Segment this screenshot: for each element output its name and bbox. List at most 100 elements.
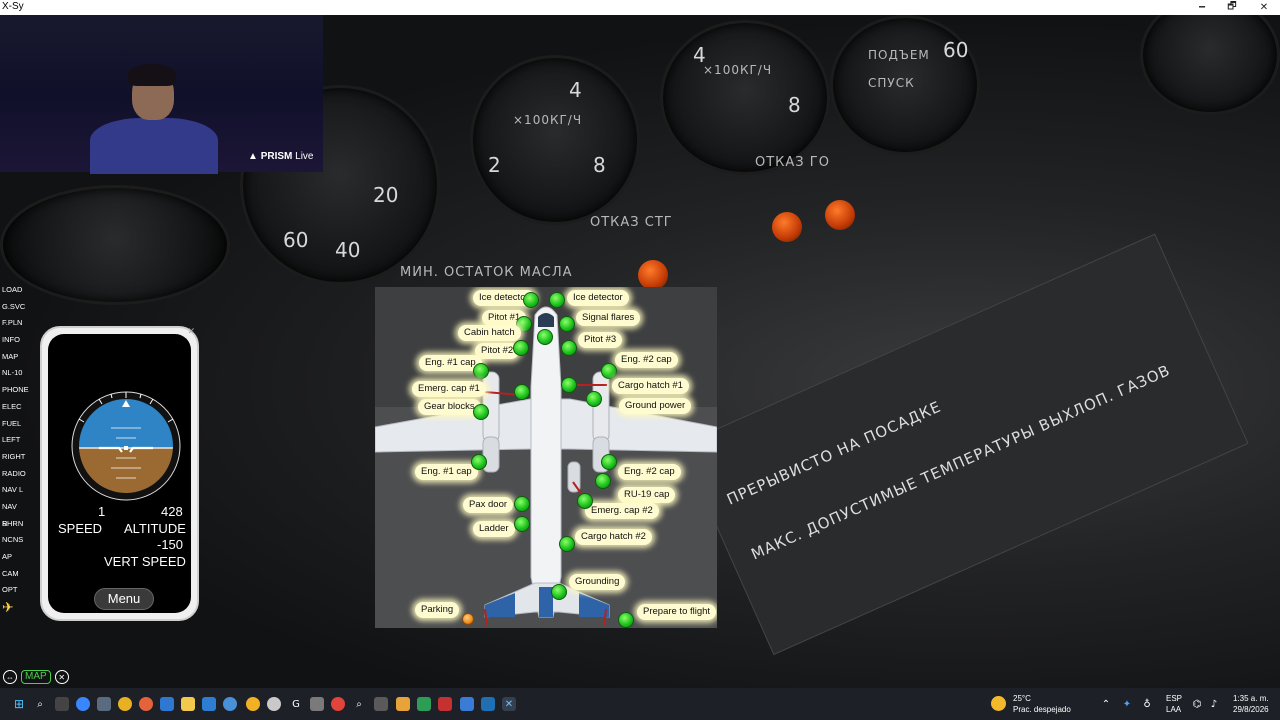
mail-icon[interactable] [97, 697, 111, 711]
sidebar-item-opt[interactable]: OPT [0, 582, 24, 599]
chevron-up-icon[interactable]: ⌃ [1099, 697, 1113, 711]
xplane-icon[interactable]: ✕ [502, 697, 516, 711]
edge-icon[interactable] [223, 697, 237, 711]
app-icon[interactable] [438, 697, 452, 711]
close-icon[interactable]: ✕ [54, 670, 69, 684]
app-icon[interactable] [460, 697, 474, 711]
app-icon[interactable] [331, 697, 345, 711]
sidebar-item-cam[interactable]: CAM [0, 566, 24, 583]
weather-description[interactable]: Prac. despejado [1013, 705, 1071, 714]
sidebar-item-elec[interactable]: ELEC [0, 399, 24, 416]
sidebar-item-phone[interactable]: PHONE [0, 382, 29, 399]
emerg-cap-2-button[interactable] [577, 493, 593, 509]
file-explorer-icon[interactable] [181, 697, 195, 711]
sidebar-item-info[interactable]: INFO [0, 332, 24, 349]
google-icon[interactable]: G [289, 697, 303, 711]
firefox-icon[interactable] [139, 697, 153, 711]
keyboard-layout[interactable]: LAA [1166, 705, 1181, 714]
sidebar-item-left[interactable]: LEFT [0, 432, 24, 449]
cargo-hatch-2-button[interactable] [559, 536, 575, 552]
emerg-cap-1-label: Emerg. cap #1 [412, 381, 486, 397]
app-icon[interactable] [246, 697, 260, 711]
eng-1-cap-lower-button[interactable] [471, 454, 487, 470]
minimize-button[interactable]: 🗕 [1186, 0, 1218, 15]
chrome-icon[interactable] [118, 697, 132, 711]
close-icon[interactable]: ✕ [187, 326, 195, 337]
sidebar-item-radio[interactable]: RADIO [0, 466, 26, 483]
weather-icon[interactable] [991, 696, 1006, 711]
parking-button[interactable] [462, 613, 474, 625]
pitot-2-button[interactable] [513, 340, 529, 356]
app-icon[interactable] [267, 697, 281, 711]
ru-19-cap-button[interactable] [595, 473, 611, 489]
warning-lamp [772, 212, 802, 242]
clock-date[interactable]: 29/8/2026 [1233, 705, 1269, 714]
streamer-video [82, 60, 222, 174]
bottom-controls: ⇔ MAP ✕ [3, 669, 69, 685]
copilot-icon[interactable] [76, 697, 90, 711]
pax-door-button[interactable] [514, 496, 530, 512]
airplane-icon[interactable]: ✈ [0, 599, 24, 616]
app-icon[interactable] [417, 697, 431, 711]
search-icon[interactable]: ⌕ [352, 697, 366, 711]
ground-power-button[interactable] [586, 391, 602, 407]
prepare-to-flight-label: Prepare to flight [637, 604, 717, 620]
sidebar-item-load[interactable]: LOAD [0, 282, 24, 299]
sidebar-item-ncns[interactable]: NCNS [0, 532, 24, 549]
search-icon[interactable]: ⌕ [33, 697, 47, 711]
task-view-icon[interactable] [55, 697, 69, 711]
cabin-hatch-button[interactable] [537, 329, 553, 345]
copilot-tray-icon[interactable]: ✦ [1120, 697, 1134, 711]
eng-2-cap-upper-button[interactable] [601, 363, 617, 379]
app-icon[interactable] [310, 697, 324, 711]
language-indicator[interactable]: ESP [1166, 694, 1182, 703]
sidebar-item-right[interactable]: RIGHT [0, 449, 25, 466]
emerg-cap-1-button[interactable] [514, 384, 530, 400]
volume-icon[interactable]: ♪ [1207, 697, 1221, 711]
ru-19-cap-label: RU-19 cap [618, 487, 676, 503]
gear-blocks-button[interactable] [473, 404, 489, 420]
restore-button[interactable]: 🗗 [1216, 0, 1248, 15]
expand-icon[interactable]: ⇔ [3, 670, 17, 684]
clock-time[interactable]: 1:35 a. m. [1233, 694, 1269, 703]
person-body [90, 118, 218, 174]
outlook-icon[interactable] [202, 697, 216, 711]
weather-temperature[interactable]: 25°C [1013, 694, 1031, 703]
ground-service-panel: Ice detector Ice detector Pitot #1 Signal f… [375, 287, 717, 628]
sidebar-item-nav-l[interactable]: NAV L [0, 482, 24, 499]
prepare-to-flight-button[interactable] [618, 612, 634, 628]
eng-1-cap-upper-button[interactable] [473, 363, 489, 379]
sidebar-item-ap[interactable]: AP [0, 549, 24, 566]
app-icon[interactable] [160, 697, 174, 711]
ice-detector-left-button[interactable] [523, 292, 539, 308]
sidebar-menu: LOAD G.SVC F.PLN INFO MAP NL-10 PHONE ELEC FUEL L… [0, 282, 29, 616]
sidebar-item-g-svc[interactable]: G.SVC [0, 299, 25, 316]
altitude-label: ALTITUDE [124, 521, 186, 536]
sidebar-item-nav-r[interactable]: NAV R [0, 499, 24, 528]
grounding-button[interactable] [551, 584, 567, 600]
temperature-placard: ПРЕРЫВИСТО НА ПОСАДКЕ МАКС. ДОПУСТИМЫЕ Т… [680, 233, 1249, 656]
eng-2-cap-upper-label: Eng. #2 cap [615, 352, 678, 368]
eng-2-cap-lower-button[interactable] [601, 454, 617, 470]
ice-detector-right-button[interactable] [549, 292, 565, 308]
cargo-hatch-1-button[interactable] [561, 377, 577, 393]
menu-button[interactable]: Menu [94, 588, 154, 610]
network-icon[interactable]: ⌬ [1190, 697, 1204, 711]
map-button[interactable]: MAP [21, 670, 51, 684]
signal-flares-label: Signal flares [576, 310, 641, 326]
sidebar-item-shrn[interactable]: SHRN [0, 516, 24, 533]
microphone-icon[interactable]: ♁ [1140, 697, 1154, 711]
sidebar-item-map[interactable]: MAP [0, 349, 24, 366]
pitot-3-button[interactable] [561, 340, 577, 356]
sidebar-item-nl-10[interactable]: NL-10 [0, 365, 24, 382]
close-button[interactable]: ✕ [1248, 0, 1280, 15]
prism-live-badge: ▲ PRISM Live [248, 151, 314, 162]
app-icon[interactable] [396, 697, 410, 711]
signal-flares-button[interactable] [559, 316, 575, 332]
app-icon[interactable] [481, 697, 495, 711]
sidebar-item-fuel[interactable]: FUEL [0, 416, 24, 433]
sidebar-item-f-pln[interactable]: F.PLN [0, 315, 24, 332]
ladder-button[interactable] [514, 516, 530, 532]
start-windows-icon[interactable]: ⊞ [12, 697, 26, 711]
app-icon[interactable] [374, 697, 388, 711]
